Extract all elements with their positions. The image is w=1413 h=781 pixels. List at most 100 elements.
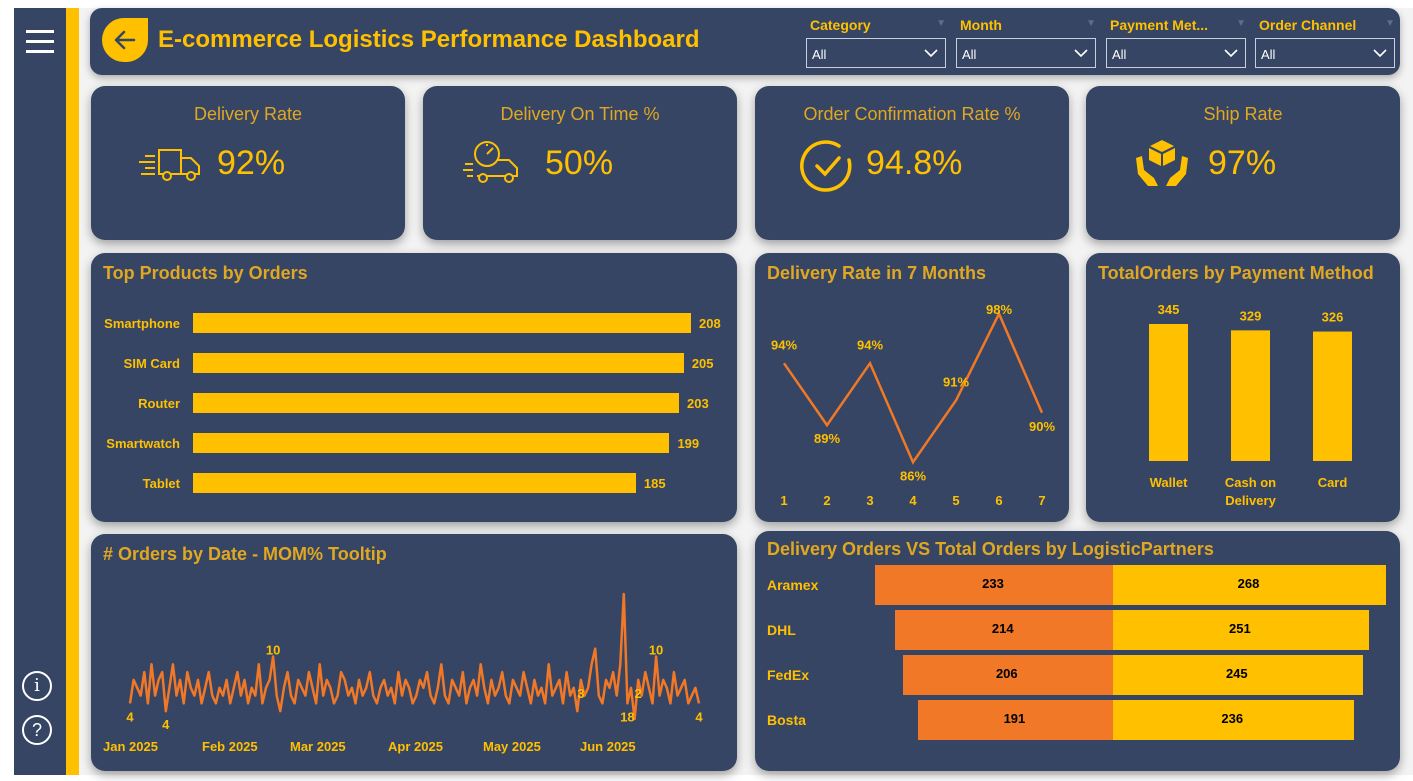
header-bar: E-commerce Logistics Performance Dashboa…	[90, 8, 1400, 75]
x-tick-label: Mar 2025	[290, 739, 346, 754]
x-tick-label: 1	[780, 493, 787, 508]
payment-category-label: Cash on	[1225, 475, 1276, 490]
partner-label: Bosta	[767, 712, 806, 728]
kpi-card-delivery-rate: Delivery Rate 92%	[91, 86, 405, 240]
chevron-down-icon: ▼	[936, 18, 946, 29]
product-bar	[193, 433, 670, 453]
delivery-orders-value: 233	[982, 576, 1004, 591]
order-channel-slicer[interactable]: Order Channel ▼ All	[1255, 12, 1395, 72]
product-value-label: 205	[691, 356, 714, 371]
data-label: 98%	[986, 302, 1012, 317]
product-label: Router	[138, 396, 180, 411]
kpi-title: Delivery Rate	[193, 104, 303, 124]
kpi-title: Delivery On Time %	[500, 104, 660, 124]
x-tick-label: 3	[866, 493, 873, 508]
payment-method-dropdown[interactable]: All	[1106, 38, 1246, 68]
product-bar	[193, 313, 691, 333]
x-tick-label: 5	[952, 493, 959, 508]
payment-category-label: Wallet	[1150, 475, 1188, 490]
chevron-down-icon	[1224, 49, 1238, 58]
product-bar	[193, 473, 636, 493]
payment-method-card: TotalOrders by Payment Method 345 Wallet 3…	[1086, 253, 1400, 522]
payment-value-label: 326	[1322, 310, 1344, 325]
back-button[interactable]	[102, 18, 148, 62]
info-icon[interactable]: i	[22, 671, 52, 701]
kpi-card-ship-rate: Ship Rate 97%	[1086, 86, 1400, 240]
kpi-title: Order Confirmation Rate %	[803, 104, 1021, 124]
data-label: 94%	[771, 337, 797, 352]
x-tick-label: 2	[823, 493, 830, 508]
x-tick-label: Feb 2025	[202, 739, 258, 754]
slicer-value: All	[1261, 47, 1276, 62]
x-tick-label: 7	[1038, 493, 1045, 508]
chevron-down-icon: ▼	[1385, 18, 1395, 29]
check-circle-icon	[800, 140, 852, 192]
month-slicer[interactable]: Month ▼ All	[956, 12, 1096, 72]
payment-bar	[1231, 330, 1270, 461]
logistics-row: Aramex 233 268	[767, 565, 1397, 605]
kpi-value: 94.8%	[866, 144, 963, 182]
slicer-label: Category	[810, 17, 871, 33]
data-label: 10	[649, 643, 663, 658]
slicer-label: Month	[960, 17, 1002, 33]
payment-category-label: Delivery	[1225, 493, 1276, 508]
hamburger-menu-icon[interactable]	[26, 30, 54, 54]
slicer-label: Order Channel	[1259, 17, 1357, 33]
orders-by-date-chart: 4 4 10 3 182 10 4 Jan 2025 Feb 2025 Mar 2025 Apr 2…	[103, 592, 703, 754]
page-title: E-commerce Logistics Performance Dashboa…	[158, 26, 700, 53]
product-value-label: 208	[699, 316, 721, 331]
x-tick-label: Apr 2025	[388, 739, 443, 754]
payment-method-slicer[interactable]: Payment Met... ▼ All	[1106, 12, 1246, 72]
data-label: 3	[577, 686, 584, 701]
x-tick-label: May 2025	[483, 739, 541, 754]
chevron-down-icon	[1074, 49, 1088, 58]
card-title: Delivery Orders VS Total Orders by Logis…	[767, 539, 1214, 559]
order-channel-dropdown[interactable]: All	[1255, 38, 1395, 68]
card-title: Top Products by Orders	[103, 263, 308, 283]
kpi-card-order-confirmation: Order Confirmation Rate % 94.8%	[755, 86, 1069, 240]
arrow-left-icon	[114, 30, 136, 50]
data-label: 86%	[900, 468, 926, 483]
kpi-value: 50%	[545, 144, 614, 182]
slicer-value: All	[812, 47, 827, 62]
product-label: Smartwatch	[106, 436, 180, 451]
x-tick-label: 4	[909, 493, 917, 508]
left-nav-sidebar: i ?	[14, 8, 66, 775]
total-orders-value: 268	[1237, 576, 1260, 591]
slicer-value: All	[1112, 47, 1127, 62]
hands-package-icon	[1136, 140, 1188, 186]
data-label: 2	[635, 686, 642, 701]
x-tick-label: Jun 2025	[580, 739, 636, 754]
kpi-title: Ship Rate	[1203, 104, 1283, 124]
logistics-row: DHL 214 251	[767, 610, 1397, 650]
delivery-orders-value: 191	[1003, 711, 1026, 726]
chevron-down-icon	[1373, 49, 1387, 58]
data-label: 10	[266, 643, 280, 658]
month-dropdown[interactable]: All	[956, 38, 1096, 68]
delivery-truck-icon	[139, 149, 200, 181]
help-icon[interactable]: ?	[22, 715, 52, 745]
product-value-label: 185	[643, 476, 666, 491]
partner-label: DHL	[767, 622, 796, 638]
timer-truck-icon	[463, 141, 518, 183]
slicer-value: All	[962, 47, 977, 62]
category-slicer[interactable]: Category ▼ All	[806, 12, 946, 72]
payment-method-chart: 345 Wallet 329 Cash on Delivery 326 Card	[1149, 302, 1352, 508]
payment-category-label: Card	[1318, 475, 1348, 490]
product-label: Smartphone	[104, 316, 180, 331]
logistics-row: FedEx 206 245	[767, 655, 1397, 695]
chevron-down-icon: ▼	[1236, 18, 1246, 29]
product-label: Tablet	[142, 476, 180, 491]
x-tick-label: Jan 2025	[103, 739, 158, 754]
data-label: 4	[162, 717, 170, 732]
partner-label: FedEx	[767, 667, 810, 683]
category-dropdown[interactable]: All	[806, 38, 946, 68]
kpi-card-delivery-on-time: Delivery On Time % 50%	[423, 86, 737, 240]
data-label: 4	[695, 709, 703, 724]
logistics-row: Bosta 191 236	[767, 700, 1397, 740]
data-label: 94%	[857, 337, 883, 352]
partner-label: Aramex	[767, 577, 819, 593]
orders-line	[128, 592, 701, 721]
product-bar	[193, 353, 684, 373]
top-products-card: Top Products by Orders Smartphone 208 SIM …	[91, 253, 737, 522]
